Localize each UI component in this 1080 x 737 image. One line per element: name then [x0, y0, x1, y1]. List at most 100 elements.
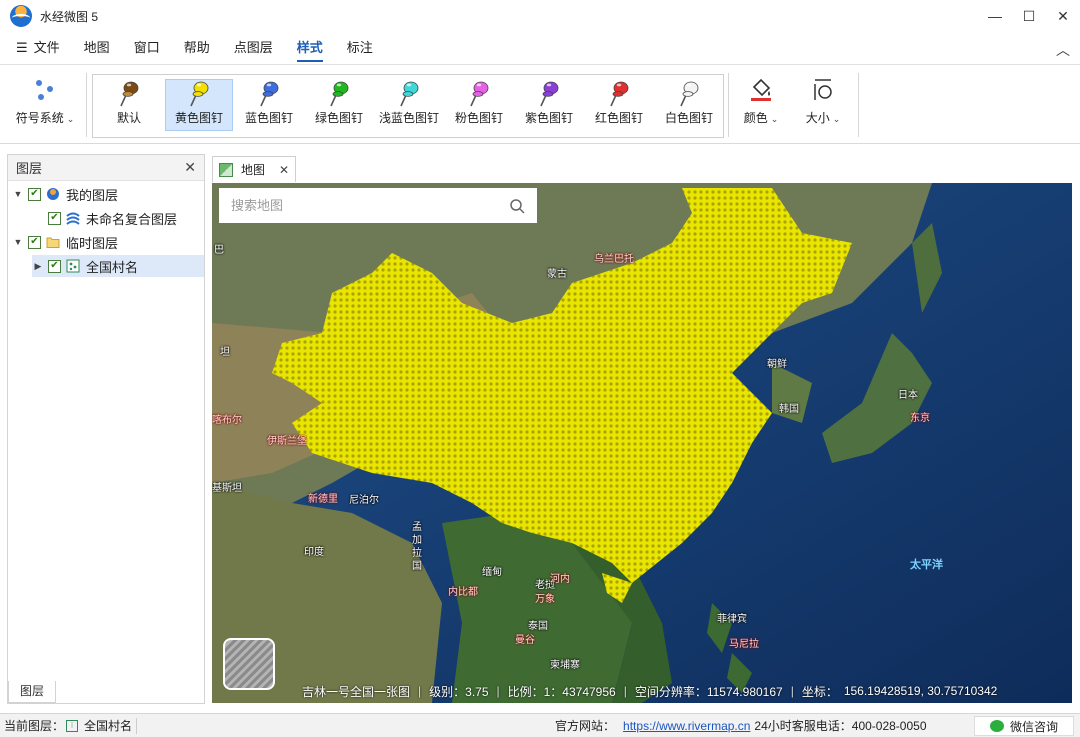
layer-checkbox[interactable]: ✔ [28, 235, 41, 249]
menu-help[interactable]: 帮助 [172, 32, 222, 64]
map-scale: 比例：1：43747956 [507, 684, 616, 699]
point-layer-icon [66, 259, 80, 273]
map-label-philippines: 菲律宾 [717, 614, 747, 625]
map-view[interactable]: 蒙古 乌兰巴托 朝鲜 韩国 日本 东京 太平洋 尼泊尔 新德里 伊斯兰堡 印度 … [212, 183, 1072, 703]
pin-style-button[interactable]: 蓝色图钉 [235, 79, 303, 131]
pin-style-label: 默认 [116, 111, 141, 125]
menu-point-layer[interactable]: 点图层 [222, 32, 285, 64]
pin-style-button[interactable]: 紫色图钉 [515, 79, 583, 131]
tree-item-village-layer[interactable]: ▶ ✔ 全国村名 [32, 255, 204, 277]
pushpin-icon [255, 79, 283, 107]
tree-item-my-layers[interactable]: ▼ ✔ 我的图层 [12, 183, 202, 205]
pin-style-button[interactable]: 默认 [95, 79, 163, 131]
pin-style-button[interactable]: 浅蓝色图钉 [375, 79, 443, 131]
pushpin-icon [535, 79, 563, 107]
map-label-left-edge-3: 喀布尔 [212, 415, 242, 426]
map-label-nepal: 尼泊尔 [349, 495, 379, 506]
collapse-ribbon-icon[interactable]: ︿ [1056, 40, 1070, 60]
pushpin-icon [675, 79, 703, 107]
map-coord-label: 坐标： [801, 684, 838, 699]
chevron-down-icon: ⌄ [832, 114, 841, 124]
website-link[interactable]: https://www.rivermap.cn [623, 719, 750, 733]
map-label-mongolia: 蒙古 [547, 269, 567, 280]
map-tab-label: 地图 [241, 163, 266, 177]
map-label-pacific: 太平洋 [910, 559, 943, 571]
map-label-left-edge-1: 坦 [220, 347, 230, 358]
symbol-system-button[interactable]: 符号系统 ⌄ [8, 71, 82, 133]
map-label-naypyidaw: 内比都 [448, 587, 478, 598]
globe-icon [46, 187, 60, 201]
tree-item-temp-layers[interactable]: ▼ ✔ 临时图层 [12, 231, 202, 253]
caret-down-icon[interactable]: ▼ [12, 189, 24, 199]
paint-bucket-icon [747, 75, 775, 105]
hotline-text: 24小时客服电话：400-028-0050 [754, 719, 927, 733]
pushpin-icon [605, 79, 633, 107]
status-separator [136, 717, 138, 734]
map-label-japan: 日本 [898, 390, 918, 401]
map-status-overlay: 吉林一号全国一张图 | 级别：3.75 | 比例：1：43747956 | 空间… [302, 684, 998, 699]
pin-style-button[interactable]: 绿色图钉 [305, 79, 373, 131]
map-label-pakistan: 基斯坦 [212, 483, 242, 494]
tree-item-composite-layer[interactable]: ✔ 未命名复合图层 [32, 207, 202, 229]
chevron-down-icon: ⌄ [66, 114, 75, 124]
ribbon-separator [86, 73, 87, 137]
pin-style-button[interactable]: 黄色图钉 [165, 79, 233, 131]
layers-panel-header: 图层 ✕ [8, 155, 204, 181]
pushpin-icon [115, 79, 143, 107]
layers-panel-title: 图层 [16, 161, 43, 176]
tree-item-label: 全国村名 [86, 259, 139, 275]
layers-footer-tab[interactable]: 图层 [8, 681, 56, 703]
map-label-tokyo: 东京 [910, 413, 930, 424]
map-zoom-level: 级别：3.75 [429, 684, 489, 699]
map-label-left-edge-2: 巴 [214, 245, 224, 256]
map-label-myanmar: 缅甸 [482, 567, 502, 578]
close-icon[interactable]: ✕ [184, 159, 196, 176]
caret-down-icon[interactable]: ▼ [12, 237, 24, 247]
map-label-hanoi: 河内 [550, 574, 570, 585]
menu-style[interactable]: 样式 [285, 32, 335, 64]
map-label-newdelhi: 新德里 [308, 494, 338, 505]
map-label-korea: 韩国 [779, 404, 799, 415]
close-window-button[interactable]: ✕ [1046, 0, 1080, 32]
symbol-dots-icon [31, 75, 59, 105]
tree-item-label: 我的图层 [66, 187, 119, 203]
layer-checkbox[interactable]: ✔ [48, 211, 61, 225]
satellite-basemap[interactable] [212, 183, 1072, 703]
pin-style-button[interactable]: 红色图钉 [585, 79, 653, 131]
pin-style-label: 黄色图钉 [174, 111, 223, 125]
map-tab-icon [219, 162, 233, 177]
ribbon-separator [728, 73, 729, 137]
map-resolution: 空间分辨率：11574.980167 [634, 684, 783, 699]
close-icon[interactable]: ✕ [279, 163, 289, 177]
window-title: 水经微图 5 [40, 9, 99, 24]
pin-style-button[interactable]: 粉色图钉 [445, 79, 513, 131]
pin-style-button[interactable]: 白色图钉 [655, 79, 723, 131]
map-label-dprk: 朝鲜 [767, 359, 787, 370]
wechat-consult-button[interactable]: 微信咨询 [974, 716, 1074, 736]
menu-map[interactable]: 地图 [72, 32, 122, 64]
layer-checkbox[interactable]: ✔ [28, 187, 41, 201]
pin-style-label: 绿色图钉 [314, 111, 363, 125]
menu-annotation[interactable]: 标注 [335, 32, 385, 64]
menu-window[interactable]: 窗口 [122, 32, 172, 64]
maximize-button[interactable]: ☐ [1012, 0, 1046, 32]
map-search-input[interactable] [231, 198, 509, 213]
color-button[interactable]: 颜色 ⌄ [732, 71, 790, 133]
composite-layer-icon [66, 211, 80, 225]
menu-file[interactable]: ☰ 文件 [0, 32, 72, 64]
pin-style-label: 白色图钉 [664, 111, 713, 125]
size-button[interactable]: 大小 ⌄ [794, 71, 852, 133]
map-label-thailand: 泰国 [528, 621, 548, 632]
search-icon[interactable] [509, 198, 525, 214]
layer-checkbox[interactable]: ✔ [48, 259, 61, 273]
caret-right-icon[interactable]: ▶ [32, 261, 44, 272]
minimize-button[interactable]: — [978, 0, 1012, 32]
map-label-vientiane: 万象 [535, 594, 555, 605]
chevron-down-icon: ⌄ [770, 114, 779, 124]
pin-style-label: 紫色图钉 [524, 111, 573, 125]
tree-item-label: 临时图层 [66, 235, 119, 251]
point-layer-icon: ⁝ [66, 719, 79, 732]
tab-map[interactable]: 地图 ✕ [212, 156, 296, 182]
map-search-box [219, 188, 537, 223]
basemap-switcher[interactable] [223, 638, 275, 690]
